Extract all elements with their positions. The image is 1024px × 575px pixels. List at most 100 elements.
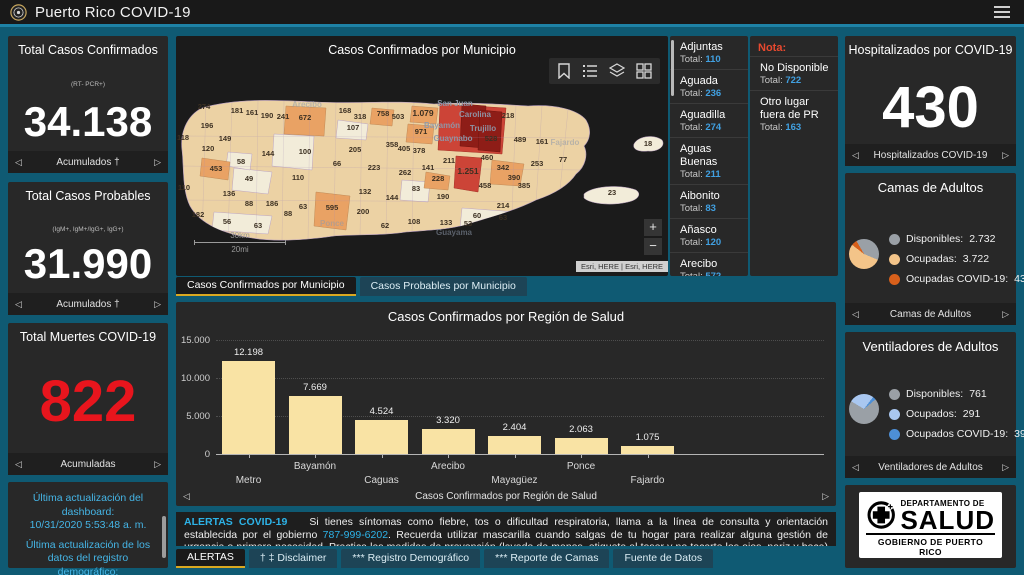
hamburger-menu-icon[interactable] [990, 2, 1014, 22]
layers-icon[interactable] [609, 63, 625, 79]
legend-value: 761 [969, 388, 987, 400]
map-municipality-count: 133 [440, 218, 453, 227]
map-municipality-count: 58 [237, 157, 245, 166]
map-municipality-count: 218 [502, 111, 515, 120]
legend-dot [889, 254, 900, 265]
map-municipality-count: 108 [408, 217, 421, 226]
kpi-footer: Acumulados † [22, 299, 154, 310]
kpi-subtitle: (RT- PCR+) [8, 81, 168, 88]
map-municipality-count: 205 [349, 145, 362, 154]
map-municipality-count: 83 [412, 184, 420, 193]
list-item[interactable]: AñascoTotal: 120 [670, 219, 748, 253]
prev-arrow[interactable]: ◁ [183, 491, 190, 502]
bookmark-icon[interactable] [557, 63, 571, 79]
panel-footer: Camas de Adultos [859, 309, 1002, 320]
scrollbar[interactable] [671, 40, 674, 96]
map-municipality-count: 168 [339, 106, 352, 115]
legend-value: 291 [963, 408, 981, 420]
kpi-footer: Hospitalizados COVID-19 [859, 150, 1002, 161]
map-municipality-count: 274 [198, 102, 211, 111]
legend-icon[interactable] [582, 63, 598, 79]
municipios-list-panel: AdjuntasTotal: 110AguadaTotal: 236Aguadi… [670, 36, 748, 276]
prev-arrow[interactable]: ◁ [852, 462, 859, 473]
scale-km: 30km [194, 231, 286, 240]
gridline [216, 378, 824, 379]
list-item[interactable]: Otro lugar fuera de PRTotal: 163 [750, 90, 838, 137]
map-municipality-count: 214 [497, 201, 510, 210]
bar-arecibo[interactable] [422, 429, 475, 454]
bar-caguas[interactable] [355, 420, 408, 454]
chart-area: 05.00010.00015.00012.198Metro7.669Bayamó… [176, 330, 836, 490]
map-municipality-count: 161 [246, 108, 259, 117]
list-item[interactable]: No DisponibleTotal: 722 [750, 56, 838, 90]
map-municipality-count: 107 [347, 123, 360, 132]
bar-fajardo[interactable] [621, 446, 674, 454]
tab--reporte-de-camas[interactable]: *** Reporte de Camas [484, 549, 609, 568]
tab-alertas[interactable]: ALERTAS [176, 549, 245, 568]
bar-bayamón[interactable] [289, 396, 342, 454]
list-item[interactable]: AguadillaTotal: 274 [670, 104, 748, 138]
bar-metro[interactable] [222, 361, 275, 454]
tab-fuente-de-datos[interactable]: Fuente de Datos [613, 549, 713, 568]
map-municipality-count: 141 [422, 163, 435, 172]
legend-label: Disponibles: [906, 233, 963, 245]
prev-arrow[interactable]: ◁ [15, 157, 22, 168]
panel-title: Ventiladores de Adultos [845, 339, 1016, 354]
next-arrow[interactable]: ▷ [154, 157, 161, 168]
camas-pie-chart[interactable] [849, 239, 879, 269]
prev-arrow[interactable]: ◁ [852, 309, 859, 320]
map-municipality-count: 18 [644, 139, 652, 148]
basemap-icon[interactable] [636, 63, 652, 79]
kpi-confirmados-panel: Total Casos Confirmados (RT- PCR+) 34.13… [8, 36, 168, 173]
update-dashboard-label: Última actualización del dashboard: [18, 492, 158, 519]
map-municipality-count: 672 [299, 113, 312, 122]
next-arrow[interactable]: ▷ [822, 491, 829, 502]
next-arrow[interactable]: ▷ [1002, 309, 1009, 320]
map-city-label: Ponce [320, 219, 345, 228]
bar-mayagüez[interactable] [488, 436, 541, 454]
scrollbar[interactable] [162, 516, 166, 558]
zoom-out-button[interactable]: − [644, 238, 662, 255]
list-item[interactable]: AibonitoTotal: 83 [670, 185, 748, 219]
tab--registro-demogr-fico[interactable]: *** Registro Demográfico [341, 549, 480, 568]
tab--disclaimer[interactable]: † ‡ Disclaimer [249, 549, 338, 568]
map-municipality-count: 77 [559, 155, 567, 164]
map-city-label: Guaynabo [433, 134, 472, 143]
map-municipality-count: 405 [398, 144, 411, 153]
list-item[interactable]: Aguas BuenasTotal: 211 [670, 138, 748, 185]
zoom-in-button[interactable]: + [644, 219, 662, 236]
y-tick-label: 5.000 [176, 411, 210, 422]
map-municipality-count: 88 [284, 209, 292, 218]
legend-value: 39 [1014, 428, 1024, 440]
map-municipality-count: 318 [354, 112, 367, 121]
list-item[interactable]: AreciboTotal: 572 [670, 253, 748, 276]
list-item[interactable]: AguadaTotal: 236 [670, 70, 748, 104]
update-registry-label: Última actualización de los datos del re… [18, 539, 158, 575]
map-municipality-count: 161 [536, 137, 549, 146]
x-category-label: Caguas [342, 475, 422, 486]
map-municipality-count: 60 [473, 211, 481, 220]
bar-ponce[interactable] [555, 438, 608, 454]
map-municipality-count: 196 [201, 121, 214, 130]
tab-casos-probables-por-municipio[interactable]: Casos Probables por Municipio [360, 277, 527, 296]
ventiladores-pie-chart[interactable] [849, 394, 879, 424]
prev-arrow[interactable]: ◁ [852, 150, 859, 161]
legend-label: Ocupados: [906, 408, 957, 420]
next-arrow[interactable]: ▷ [154, 459, 161, 470]
kpi-muertes-panel: Total Muertes COVID-19 822 ◁Acumuladas▷ [8, 323, 168, 475]
tab-casos-confirmados-por-municipio[interactable]: Casos Confirmados por Municipio [176, 277, 356, 296]
legend-label: Disponibles: [906, 388, 963, 400]
panel-title: Camas de Adultos [845, 180, 1016, 195]
prev-arrow[interactable]: ◁ [15, 299, 22, 310]
next-arrow[interactable]: ▷ [1002, 150, 1009, 161]
alert-phone[interactable]: 787-999-6202 [323, 529, 388, 541]
bar-value-label: 1.075 [618, 432, 678, 443]
map-city-label: Trujillo [470, 124, 496, 133]
bar-value-label: 3.320 [418, 415, 478, 426]
next-arrow[interactable]: ▷ [154, 299, 161, 310]
list-item[interactable]: AdjuntasTotal: 110 [670, 36, 748, 70]
next-arrow[interactable]: ▷ [1002, 462, 1009, 473]
map-municipality-count: 262 [399, 168, 412, 177]
map-municipality-count: 211 [443, 156, 455, 165]
prev-arrow[interactable]: ◁ [15, 459, 22, 470]
